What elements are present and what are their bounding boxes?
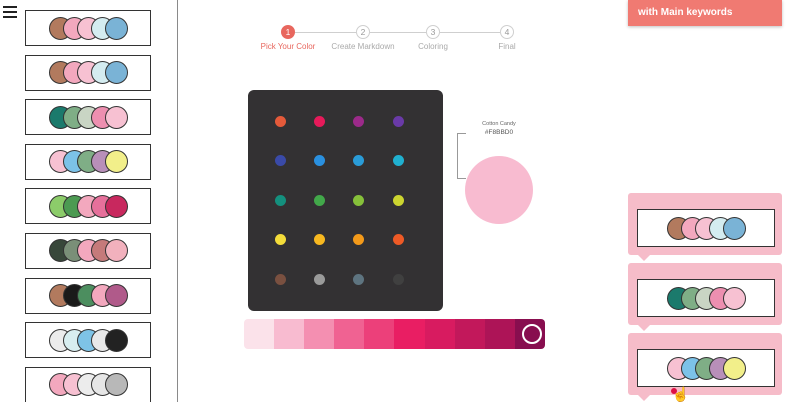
- color-option[interactable]: [353, 274, 364, 285]
- color-swatch: [104, 328, 128, 352]
- color-option[interactable]: [353, 195, 364, 206]
- step-number: 2: [356, 25, 370, 39]
- palette-swatches: [666, 286, 746, 310]
- shade-option[interactable]: [394, 319, 425, 349]
- color-swatch: [104, 16, 128, 40]
- step-1[interactable]: 1 Pick Your Color: [248, 25, 328, 51]
- palette-swatches: [48, 284, 128, 308]
- palette-card[interactable]: [25, 10, 151, 46]
- shade-option[interactable]: [424, 319, 455, 349]
- palette-swatches: [48, 105, 128, 129]
- step-label: Pick Your Color: [260, 42, 316, 51]
- color-option[interactable]: [353, 116, 364, 127]
- palette-swatches: [48, 194, 128, 218]
- step-2[interactable]: 2 Create Markdown: [323, 25, 403, 51]
- palette-swatches: [666, 356, 746, 380]
- palette-sidebar: [0, 0, 178, 402]
- color-swatch: [104, 239, 128, 263]
- color-option[interactable]: [275, 195, 286, 206]
- shade-option[interactable]: [364, 319, 395, 349]
- selected-palette-card[interactable]: [628, 333, 782, 401]
- keywords-banner[interactable]: with Main keywords: [628, 0, 782, 26]
- color-grid-panel: [248, 90, 443, 311]
- color-option[interactable]: [314, 234, 325, 245]
- color-swatch: [104, 284, 128, 308]
- palette-swatches: [48, 150, 128, 174]
- shade-option[interactable]: [304, 319, 335, 349]
- color-swatch: [104, 105, 128, 129]
- selected-shade-indicator[interactable]: [522, 324, 542, 344]
- color-option[interactable]: [275, 234, 286, 245]
- step-label: Coloring: [418, 42, 448, 51]
- color-swatch: [104, 373, 128, 397]
- selected-color-preview: [465, 156, 533, 224]
- color-option[interactable]: [314, 116, 325, 127]
- selected-color-connector: [457, 133, 466, 179]
- app-root: 1 Pick Your Color 2 Create Markdown 3 Colorin…: [0, 0, 800, 402]
- palette-card[interactable]: [25, 232, 151, 269]
- palette-swatches: [48, 373, 128, 397]
- palette-card[interactable]: [25, 188, 151, 225]
- color-swatch: [722, 286, 746, 310]
- step-label: Final: [498, 42, 516, 51]
- shade-option[interactable]: [454, 319, 485, 349]
- palette-swatches: [48, 239, 128, 263]
- color-option[interactable]: [393, 195, 404, 206]
- color-swatch: [722, 356, 746, 380]
- palette-swatches: [666, 216, 746, 240]
- color-option[interactable]: [275, 116, 286, 127]
- selected-palette-card[interactable]: [628, 193, 782, 261]
- color-option[interactable]: [393, 116, 404, 127]
- palette-swatches: [48, 16, 128, 40]
- color-swatch: [104, 150, 128, 174]
- palette-card[interactable]: [25, 99, 151, 136]
- palette-card[interactable]: [25, 54, 151, 91]
- step-number: 4: [500, 25, 514, 39]
- color-option[interactable]: [353, 155, 364, 166]
- hand-pointer-icon: ☝: [672, 386, 690, 402]
- palette-card[interactable]: [25, 277, 151, 314]
- selected-palette-frame: [637, 279, 775, 317]
- color-swatch: [104, 61, 128, 85]
- palette-card[interactable]: [25, 143, 151, 180]
- selected-color-name: Cotton Candy: [482, 121, 516, 127]
- palette-swatches: [48, 61, 128, 85]
- color-option[interactable]: [275, 274, 286, 285]
- palette-swatches: [48, 328, 128, 352]
- color-option[interactable]: [314, 195, 325, 206]
- shade-option[interactable]: [274, 319, 305, 349]
- color-option[interactable]: [353, 234, 364, 245]
- color-option[interactable]: [314, 155, 325, 166]
- shade-option[interactable]: [484, 319, 515, 349]
- step-3[interactable]: 3 Coloring: [393, 25, 473, 51]
- palette-card[interactable]: [25, 322, 151, 359]
- color-option[interactable]: [393, 155, 404, 166]
- selected-color-hex: #F8BBD0: [484, 129, 514, 136]
- selected-palette-frame: [637, 349, 775, 387]
- color-option[interactable]: [314, 274, 325, 285]
- step-label: Create Markdown: [331, 42, 395, 51]
- step-number: 1: [281, 25, 295, 39]
- color-swatch: [104, 194, 128, 218]
- selected-palette-frame: [637, 209, 775, 247]
- step-4[interactable]: 4 Final: [467, 25, 547, 51]
- shade-option[interactable]: [244, 319, 275, 349]
- hamburger-icon[interactable]: [3, 6, 17, 18]
- color-option[interactable]: [393, 234, 404, 245]
- selected-palette-card[interactable]: [628, 263, 782, 331]
- color-swatch: [722, 216, 746, 240]
- stepper: 1 Pick Your Color 2 Create Markdown 3 Colorin…: [261, 25, 518, 55]
- shade-option[interactable]: [334, 319, 365, 349]
- palette-card[interactable]: [25, 366, 151, 402]
- color-option[interactable]: [393, 274, 404, 285]
- step-number: 3: [426, 25, 440, 39]
- shade-bar: [244, 319, 545, 349]
- color-option[interactable]: [275, 155, 286, 166]
- palette-list: [25, 10, 151, 402]
